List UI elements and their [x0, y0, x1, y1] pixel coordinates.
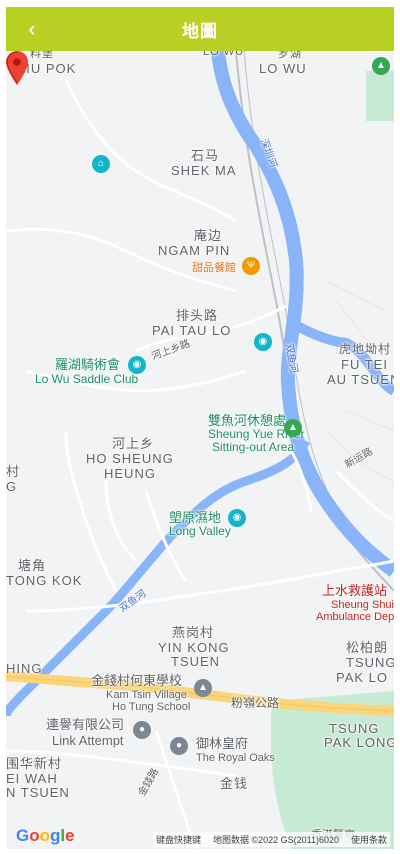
poi-park-icon[interactable]: ▲ — [372, 57, 390, 75]
google-logo: Google — [16, 826, 75, 845]
place-label-tongkok-cn: 塘角 — [18, 558, 47, 573]
place-label-tsungpak-4: PAK LONG — [324, 735, 394, 750]
poi-school-label-2: Ho Tung School — [112, 701, 191, 713]
place-label-futei-cn: 虎地坳村 — [339, 342, 392, 356]
business-pin-icon[interactable]: ● — [133, 721, 151, 739]
park-tree-icon[interactable]: ▲ — [284, 419, 302, 437]
poi-longvalley-label: Long Valley — [169, 524, 231, 538]
app-header: ‹ 地圖 — [6, 7, 394, 51]
camera-poi-icon-3[interactable]: ◉ — [228, 509, 246, 527]
place-label-ngampin-cn: 庵边 — [194, 228, 223, 243]
rail-line — [235, 51, 394, 592]
place-label-ngampin: NGAM PIN — [158, 243, 231, 258]
camera-poi-icon[interactable]: ◉ — [128, 356, 146, 374]
map-data-text: 地图数据 ©2022 GS(2011)6020 — [212, 835, 339, 845]
place-label-hing: HING — [6, 661, 43, 676]
place-label-futei: FU TEI — [341, 357, 388, 372]
poi-ambulance-label-2: Ambulance Depot — [316, 611, 394, 623]
place-label-tsungpak-3: TSUNG — [329, 721, 380, 736]
poi-link-label: Link Attempt — [52, 733, 124, 748]
poi-dessert-label: 甜品餐館 — [192, 262, 236, 274]
location-marker-icon[interactable] — [6, 51, 28, 85]
place-label-shekma-cn: 石马 — [191, 148, 220, 163]
place-label-yinkong-cn: 燕岗村 — [172, 625, 215, 640]
camera-poi-icon-2[interactable]: ◉ — [254, 333, 272, 351]
page-title: 地圖 — [182, 21, 218, 41]
place-label-yinkong-2: TSUEN — [171, 654, 221, 669]
poi-ambulance-label-cn: 上水救護站 — [322, 583, 388, 598]
place-label-yinkong-1: YIN KONG — [158, 640, 230, 655]
poi-school-label-cn: 金錢村何東學校 — [91, 673, 183, 688]
poi-royal-label: The Royal Oaks — [196, 752, 275, 764]
place-label-lowu: LO WU — [259, 61, 307, 76]
park-area-top — [366, 71, 394, 121]
poi-rest-label-2: Sitting-out Area — [212, 440, 295, 454]
poi-saddle-label-cn: 羅湖騎術會 — [55, 357, 121, 372]
place-label-waihing-1: EI WAH — [6, 771, 58, 786]
place-label-tsungpak-cn: 松柏朗 — [346, 640, 389, 655]
place-label-hoseung-1: HO SHEUNG — [86, 451, 174, 466]
back-arrow-icon[interactable]: ‹ — [18, 15, 46, 43]
place-label-waihing-cn: 围华新村 — [6, 756, 63, 771]
place-label-lowu-top: LO WU — [203, 51, 245, 58]
map-view[interactable]: LO WU 料堡 LIU POK 罗湖 LO WU 石马 SHEK MA 庵边 … — [6, 51, 394, 849]
poi-rest-label-cn: 雙魚河休憩處 — [208, 413, 287, 428]
screen: ‹ 地圖 LO WU 料堡 LIU POK 罗湖 LO WU 石马 SHEK M… — [0, 0, 400, 854]
restaurant-icon[interactable]: Ψ — [242, 257, 260, 275]
residence-pin-icon[interactable]: ● — [170, 737, 188, 755]
place-label-tsungpak-1: TSUNG — [346, 655, 394, 670]
place-label-paitaulo-cn: 排头路 — [176, 308, 219, 323]
place-label-hoseung-cn: 河上乡 — [112, 436, 155, 451]
poi-link-label-cn: 連譽有限公司 — [46, 717, 125, 732]
map-attribution: 键盘快捷键 地图数据 ©2022 GS(2011)6020 使用条款 — [152, 832, 390, 847]
poi-longvalley-label-cn: 塱原濕地 — [169, 510, 222, 525]
place-label-kamtsin: 金钱 — [220, 776, 249, 791]
place-label-tongkok: TONG KOK — [6, 573, 83, 588]
keyboard-shortcuts-link[interactable]: 键盘快捷键 — [156, 833, 201, 846]
place-label-edge-1: 村 — [6, 464, 21, 479]
road-label-fanling: 粉嶺公路 — [231, 696, 280, 710]
terms-link[interactable]: 使用条款 — [351, 833, 387, 846]
school-icon[interactable]: ▲ — [194, 679, 212, 697]
poi-temple-icon[interactable]: ⌂ — [92, 155, 110, 173]
place-label-shekma: SHEK MA — [171, 163, 237, 178]
place-label-edge-2: G — [6, 479, 18, 494]
place-label-tsungpak-2: PAK LO — [336, 670, 389, 685]
poi-saddle-label: Lo Wu Saddle Club — [35, 372, 139, 386]
place-label-autsuen: AU TSUEN — [327, 372, 394, 387]
place-label-paitaulo: PAI TAU LO — [152, 323, 232, 338]
place-label-hoseung-2: HEUNG — [104, 466, 156, 481]
place-label-waihing-2: N TSUEN — [6, 785, 70, 800]
poi-royal-label-cn: 御林皇府 — [196, 736, 249, 751]
